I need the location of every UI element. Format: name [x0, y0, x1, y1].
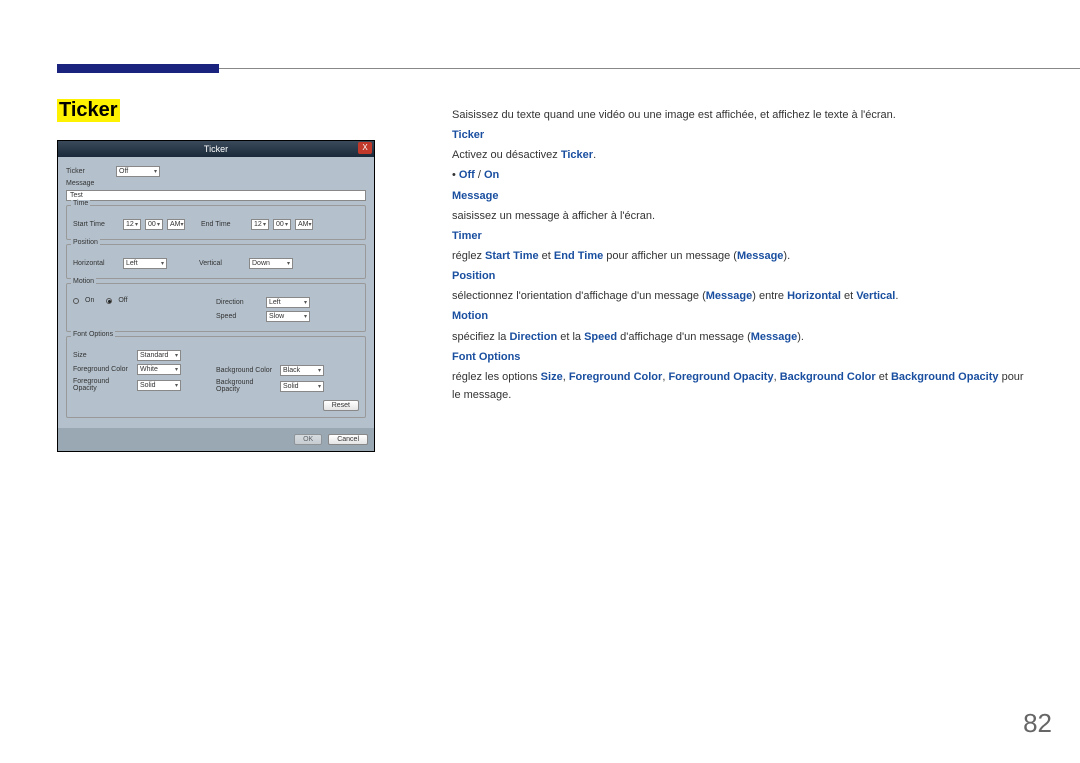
paragraph-motion: spécifiez la Direction et la Speed d'aff…	[452, 328, 1026, 346]
end-min[interactable]: 00	[273, 219, 291, 230]
motion-on-label: On	[85, 297, 94, 304]
start-hour[interactable]: 12	[123, 219, 141, 230]
intro-text: Saisissez du texte quand une vidéo ou un…	[452, 106, 1026, 124]
motion-legend: Motion	[71, 278, 96, 285]
ticker-label: Ticker	[66, 168, 112, 175]
end-ampm[interactable]: AM	[295, 219, 313, 230]
close-button[interactable]: X	[358, 142, 372, 154]
speed-label: Speed	[216, 313, 262, 320]
cancel-button[interactable]: Cancel	[328, 434, 368, 445]
font-options-fieldset: Font Options SizeStandard Foreground Col…	[66, 336, 366, 418]
time-fieldset: Time Start Time 12 00 AM End Time 12 00 …	[66, 205, 366, 240]
fgo-select[interactable]: Solid	[137, 380, 181, 391]
heading-ticker: Ticker	[452, 126, 1026, 144]
start-time-label: Start Time	[73, 221, 119, 228]
heading-font-options: Font Options	[452, 348, 1026, 366]
paragraph-ticker: Activez ou désactivez Ticker.	[452, 146, 1026, 164]
bgo-label: Background Opacity	[216, 379, 276, 393]
start-min[interactable]: 00	[145, 219, 163, 230]
message-input[interactable]: Test	[66, 190, 366, 201]
font-legend: Font Options	[71, 331, 115, 338]
ok-button[interactable]: OK	[294, 434, 322, 445]
speed-select[interactable]: Slow	[266, 311, 310, 322]
position-legend: Position	[71, 239, 100, 246]
paragraph-timer: réglez Start Time et End Time pour affic…	[452, 247, 1026, 265]
page-title: Ticker	[57, 99, 120, 122]
motion-fieldset: Motion On Off Direction Left	[66, 283, 366, 332]
direction-select[interactable]: Left	[266, 297, 310, 308]
dialog-titlebar: Ticker X	[58, 141, 374, 157]
horizontal-label: Horizontal	[73, 260, 119, 267]
page-number: 82	[1023, 708, 1052, 739]
bullet-off-on: • Off / On	[452, 166, 1026, 184]
bgo-select[interactable]: Solid	[280, 381, 324, 392]
vertical-label: Vertical	[199, 260, 245, 267]
start-ampm[interactable]: AM	[167, 219, 185, 230]
fgc-label: Foreground Color	[73, 366, 133, 373]
reset-button[interactable]: Reset	[323, 400, 359, 411]
fgc-select[interactable]: White	[137, 364, 181, 375]
message-label: Message	[66, 180, 112, 187]
bgc-label: Background Color	[216, 367, 276, 374]
heading-position: Position	[452, 267, 1026, 285]
heading-motion: Motion	[452, 307, 1026, 325]
paragraph-font: réglez les options Size, Foreground Colo…	[452, 368, 1026, 404]
fgo-label: Foreground Opacity	[73, 378, 133, 392]
end-hour[interactable]: 12	[251, 219, 269, 230]
motion-off-label: Off	[118, 297, 127, 304]
dialog-title-text: Ticker	[204, 144, 228, 154]
time-legend: Time	[71, 200, 90, 207]
horizontal-select[interactable]: Left	[123, 258, 167, 269]
position-fieldset: Position Horizontal Left Vertical Down	[66, 244, 366, 279]
bgc-select[interactable]: Black	[280, 365, 324, 376]
end-time-label: End Time	[201, 221, 247, 228]
ticker-select[interactable]: Off	[116, 166, 160, 177]
direction-label: Direction	[216, 299, 262, 306]
paragraph-position: sélectionnez l'orientation d'affichage d…	[452, 287, 1026, 305]
paragraph-message: saisissez un message à afficher à l'écra…	[452, 207, 1026, 225]
article-body: Saisissez du texte quand une vidéo ou un…	[452, 104, 1026, 406]
header-accent	[57, 64, 219, 73]
heading-timer: Timer	[452, 227, 1026, 245]
ticker-dialog-screenshot: Ticker X Ticker Off Message Test Time St…	[57, 140, 375, 452]
motion-off-radio[interactable]	[106, 298, 112, 304]
size-select[interactable]: Standard	[137, 350, 181, 361]
dialog-footer: OK Cancel	[58, 428, 374, 451]
size-label: Size	[73, 352, 133, 359]
heading-message: Message	[452, 187, 1026, 205]
motion-on-radio[interactable]	[73, 298, 79, 304]
vertical-select[interactable]: Down	[249, 258, 293, 269]
